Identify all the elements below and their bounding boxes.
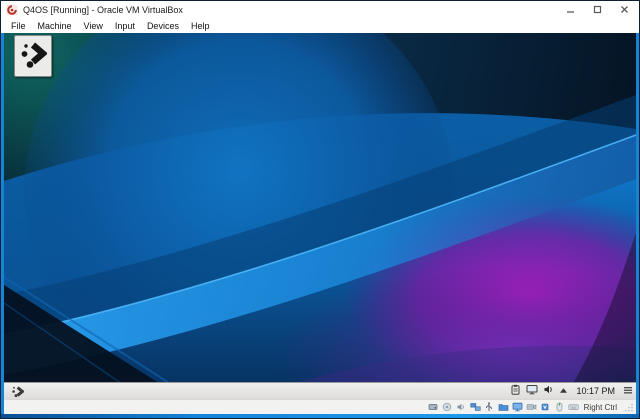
menu-machine[interactable]: Machine [32, 20, 78, 32]
vm-os-icon[interactable] [6, 4, 18, 16]
menu-input[interactable]: Input [109, 20, 141, 32]
status-keyboard-icon[interactable] [568, 402, 579, 413]
volume-tray-icon[interactable] [543, 382, 554, 399]
q4os-start-icon [11, 385, 24, 398]
guest-screen: 10:17 PM [4, 33, 636, 399]
title-bar[interactable]: Q4OS [Running] - Oracle VM VirtualBox [1, 1, 639, 18]
vbox-status-bar: Right Ctrl [4, 399, 636, 414]
minimize-button-icon[interactable] [565, 5, 575, 15]
status-network-icon[interactable] [470, 402, 481, 413]
menu-bar: File Machine View Input Devices Help [1, 18, 639, 33]
host-key-indicator: Right Ctrl [584, 403, 617, 412]
desktop-wallpaper [4, 33, 636, 399]
close-button-icon[interactable] [619, 5, 629, 15]
hamburger-menu-icon[interactable] [623, 382, 633, 399]
window-title: Q4OS [Running] - Oracle VM VirtualBox [23, 5, 565, 15]
system-tray: 10:17 PM [510, 382, 633, 399]
expand-tray-arrow-icon[interactable] [559, 382, 568, 399]
display-tray-icon[interactable] [526, 382, 538, 399]
menu-file[interactable]: File [5, 20, 32, 32]
window-bottom-border [1, 414, 639, 418]
status-shared-folders-icon[interactable] [498, 402, 509, 413]
guest-frame: 10:17 PM [1, 33, 639, 414]
q4os-desktop-icon[interactable] [14, 35, 52, 77]
resize-grip[interactable] [623, 402, 634, 413]
status-mouse-integration-icon[interactable] [554, 402, 565, 413]
start-menu-button[interactable] [7, 384, 27, 399]
menu-devices[interactable]: Devices [141, 20, 185, 32]
menu-help[interactable]: Help [185, 20, 216, 32]
status-audio-icon[interactable] [456, 402, 467, 413]
menu-view[interactable]: View [78, 20, 109, 32]
virtualbox-window: Q4OS [Running] - Oracle VM VirtualBox Fi… [0, 0, 640, 419]
status-display-icon[interactable] [512, 402, 523, 413]
q4os-logo-icon [19, 40, 47, 72]
guest-taskbar: 10:17 PM [4, 382, 636, 399]
clipboard-tray-icon[interactable] [510, 382, 521, 399]
status-hard-disks-icon[interactable] [428, 402, 439, 413]
status-usb-icon[interactable] [484, 402, 495, 413]
maximize-button-icon[interactable] [592, 5, 602, 15]
taskbar-clock[interactable]: 10:17 PM [576, 386, 615, 396]
status-features-icon[interactable] [540, 402, 551, 413]
status-optical-drives-icon[interactable] [442, 402, 453, 413]
window-controls [565, 5, 629, 15]
status-recording-icon[interactable] [526, 402, 537, 413]
